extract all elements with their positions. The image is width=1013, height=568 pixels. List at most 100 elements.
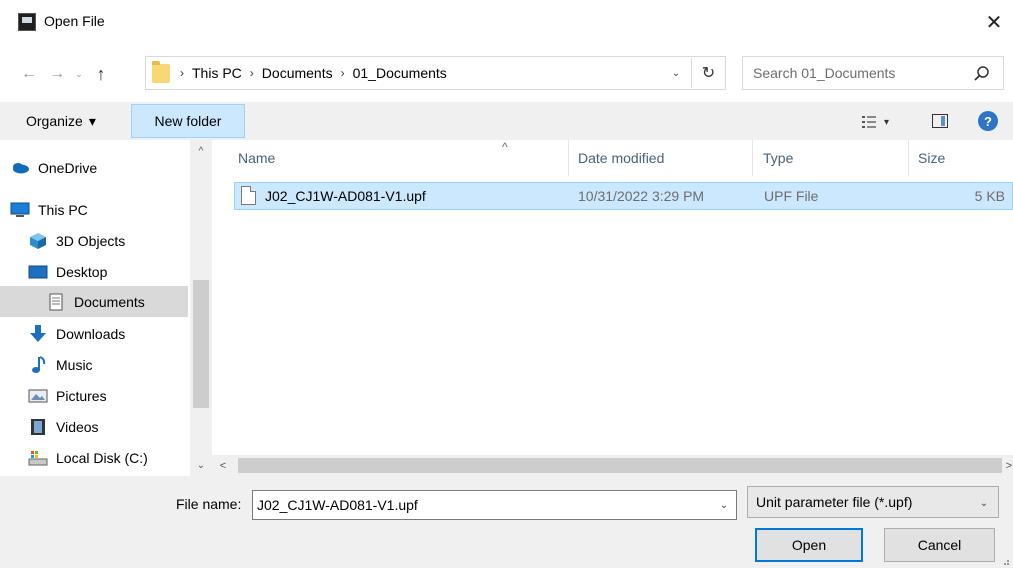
- videos-icon: [31, 418, 45, 435]
- arrow-left-icon: ←: [21, 65, 37, 82]
- address-bar[interactable]: › This PC › Documents › 01_Documents ⌄ ↻: [145, 56, 726, 90]
- search-icon[interactable]: [971, 63, 993, 85]
- documents-icon: [49, 293, 63, 310]
- column-header-type[interactable]: Type: [763, 140, 903, 176]
- sidebar-item-downloads[interactable]: Downloads: [28, 318, 188, 349]
- breadcrumb-01-documents[interactable]: 01_Documents: [353, 65, 447, 81]
- search-input[interactable]: [753, 63, 963, 83]
- 3d-objects-icon: [30, 232, 46, 249]
- sidebar-item-pictures[interactable]: Pictures: [28, 380, 188, 411]
- resize-grip-icon[interactable]: [1000, 558, 1010, 566]
- chevron-down-icon: ⌄: [671, 67, 681, 79]
- breadcrumb-this-pc[interactable]: This PC: [192, 65, 242, 81]
- sidebar-item-local-disk[interactable]: Local Disk (C:): [28, 442, 188, 473]
- sidebar-item-this-pc[interactable]: This PC: [10, 194, 188, 225]
- file-name-cell: J02_CJ1W-AD081-V1.upf: [265, 188, 426, 204]
- local-disk-icon: [28, 450, 48, 465]
- help-icon[interactable]: ?: [978, 111, 998, 131]
- file-type-value: Unit parameter file (*.upf): [756, 494, 913, 510]
- sidebar-item-videos[interactable]: Videos: [28, 411, 188, 442]
- size-cell: 5 KB: [974, 188, 1005, 204]
- file-name-combobox[interactable]: ⌄: [252, 490, 737, 520]
- search-box[interactable]: [742, 56, 1004, 90]
- onedrive-icon: [13, 162, 29, 173]
- back-button[interactable]: ←: [18, 62, 40, 86]
- scroll-up-button[interactable]: ^: [190, 140, 212, 162]
- sidebar-item-label: OneDrive: [38, 159, 98, 176]
- horizontal-scrollbar[interactable]: < >: [212, 455, 1013, 476]
- scroll-right-button[interactable]: >: [1002, 455, 1013, 476]
- sidebar-item-label: Music: [56, 356, 93, 373]
- file-type-dropdown-button[interactable]: ⌄: [976, 495, 992, 511]
- organize-label: Organize: [26, 113, 83, 129]
- this-pc-icon: [10, 202, 30, 217]
- app-icon: [18, 13, 36, 31]
- file-name-input[interactable]: [257, 495, 707, 515]
- refresh-icon: ↻: [701, 65, 716, 82]
- caret-down-icon: ▾: [884, 116, 890, 128]
- close-button[interactable]: ✕: [975, 6, 1013, 38]
- forward-button[interactable]: →: [46, 62, 68, 86]
- music-icon: [32, 355, 46, 373]
- sidebar-item-documents[interactable]: Documents: [0, 286, 188, 317]
- breadcrumb: › This PC › Documents › 01_Documents: [180, 57, 447, 89]
- scroll-left-button[interactable]: <: [212, 455, 234, 476]
- close-icon: ✕: [985, 11, 1003, 34]
- refresh-button[interactable]: ↻: [691, 58, 725, 88]
- scroll-thumb[interactable]: [238, 458, 1002, 473]
- folder-icon: [152, 61, 170, 83]
- file-name-dropdown-button[interactable]: ⌄: [716, 497, 732, 513]
- open-button[interactable]: Open: [755, 528, 863, 562]
- file-type-select[interactable]: Unit parameter file (*.upf) ⌄: [747, 486, 999, 518]
- breadcrumb-documents[interactable]: Documents: [262, 65, 333, 81]
- preview-pane-icon[interactable]: [932, 114, 948, 128]
- date-modified-cell: 10/31/2022 3:29 PM: [578, 188, 705, 204]
- sidebar-item-desktop[interactable]: Desktop: [28, 256, 188, 287]
- title-bar: Open File ✕: [0, 0, 1013, 46]
- scroll-down-button[interactable]: ⌄: [190, 454, 212, 476]
- command-toolbar: Organize ▾ New folder ▾ ?: [0, 102, 1013, 140]
- table-row[interactable]: J02_CJ1W-AD081-V1.upf 10/31/2022 3:29 PM…: [234, 182, 1013, 210]
- type-cell: UPF File: [764, 188, 819, 204]
- cancel-button[interactable]: Cancel: [884, 528, 995, 562]
- navigation-scrollbar[interactable]: ^ ⌄: [190, 140, 212, 476]
- change-view-button[interactable]: ▾: [862, 112, 906, 132]
- column-header-date-modified[interactable]: Date modified: [578, 140, 748, 176]
- window-title: Open File: [44, 13, 105, 29]
- recent-locations-button[interactable]: ⌄: [72, 62, 86, 86]
- sidebar-item-onedrive[interactable]: OneDrive: [10, 152, 188, 183]
- file-icon: [241, 186, 256, 205]
- sidebar-item-3d-objects[interactable]: 3D Objects: [28, 225, 188, 256]
- file-list: Name ^ Date modified Type Size J02_CJ1W-…: [212, 140, 1013, 476]
- file-name-label: File name:: [176, 496, 242, 512]
- column-header-name[interactable]: Name: [238, 140, 568, 176]
- chevron-right-icon: >: [1005, 459, 1013, 472]
- desktop-icon: [28, 265, 48, 278]
- chevron-down-icon: ⌄: [979, 497, 989, 509]
- sidebar-item-label: Local Disk (C:): [56, 449, 148, 466]
- address-dropdown-button[interactable]: ⌄: [667, 64, 685, 82]
- chevron-down-icon: ⌄: [196, 459, 206, 471]
- column-divider[interactable]: [752, 140, 753, 176]
- organize-button[interactable]: Organize ▾: [26, 110, 96, 132]
- chevron-up-icon: ^: [198, 145, 204, 157]
- chevron-down-icon: ⌄: [75, 68, 83, 79]
- up-button[interactable]: ↑: [90, 62, 112, 86]
- column-header-size[interactable]: Size: [918, 140, 998, 176]
- scroll-thumb[interactable]: [193, 280, 209, 408]
- breadcrumb-separator[interactable]: ›: [341, 66, 345, 80]
- arrow-up-icon: ↑: [96, 63, 106, 84]
- downloads-icon: [30, 324, 46, 342]
- new-folder-button[interactable]: New folder: [131, 104, 245, 138]
- sidebar-item-label: Downloads: [56, 325, 126, 342]
- column-divider[interactable]: [908, 140, 909, 176]
- sort-ascending-icon: ^: [502, 140, 508, 154]
- chevron-left-icon: <: [219, 459, 227, 472]
- dialog-footer: File name: ⌄ Unit parameter file (*.upf)…: [0, 476, 1013, 568]
- breadcrumb-separator[interactable]: ›: [250, 66, 254, 80]
- sidebar-item-label: Desktop: [56, 263, 108, 280]
- sidebar-item-music[interactable]: Music: [28, 349, 188, 380]
- column-divider[interactable]: [568, 140, 569, 176]
- sidebar-item-label: Documents: [74, 293, 145, 310]
- pictures-icon: [28, 389, 48, 402]
